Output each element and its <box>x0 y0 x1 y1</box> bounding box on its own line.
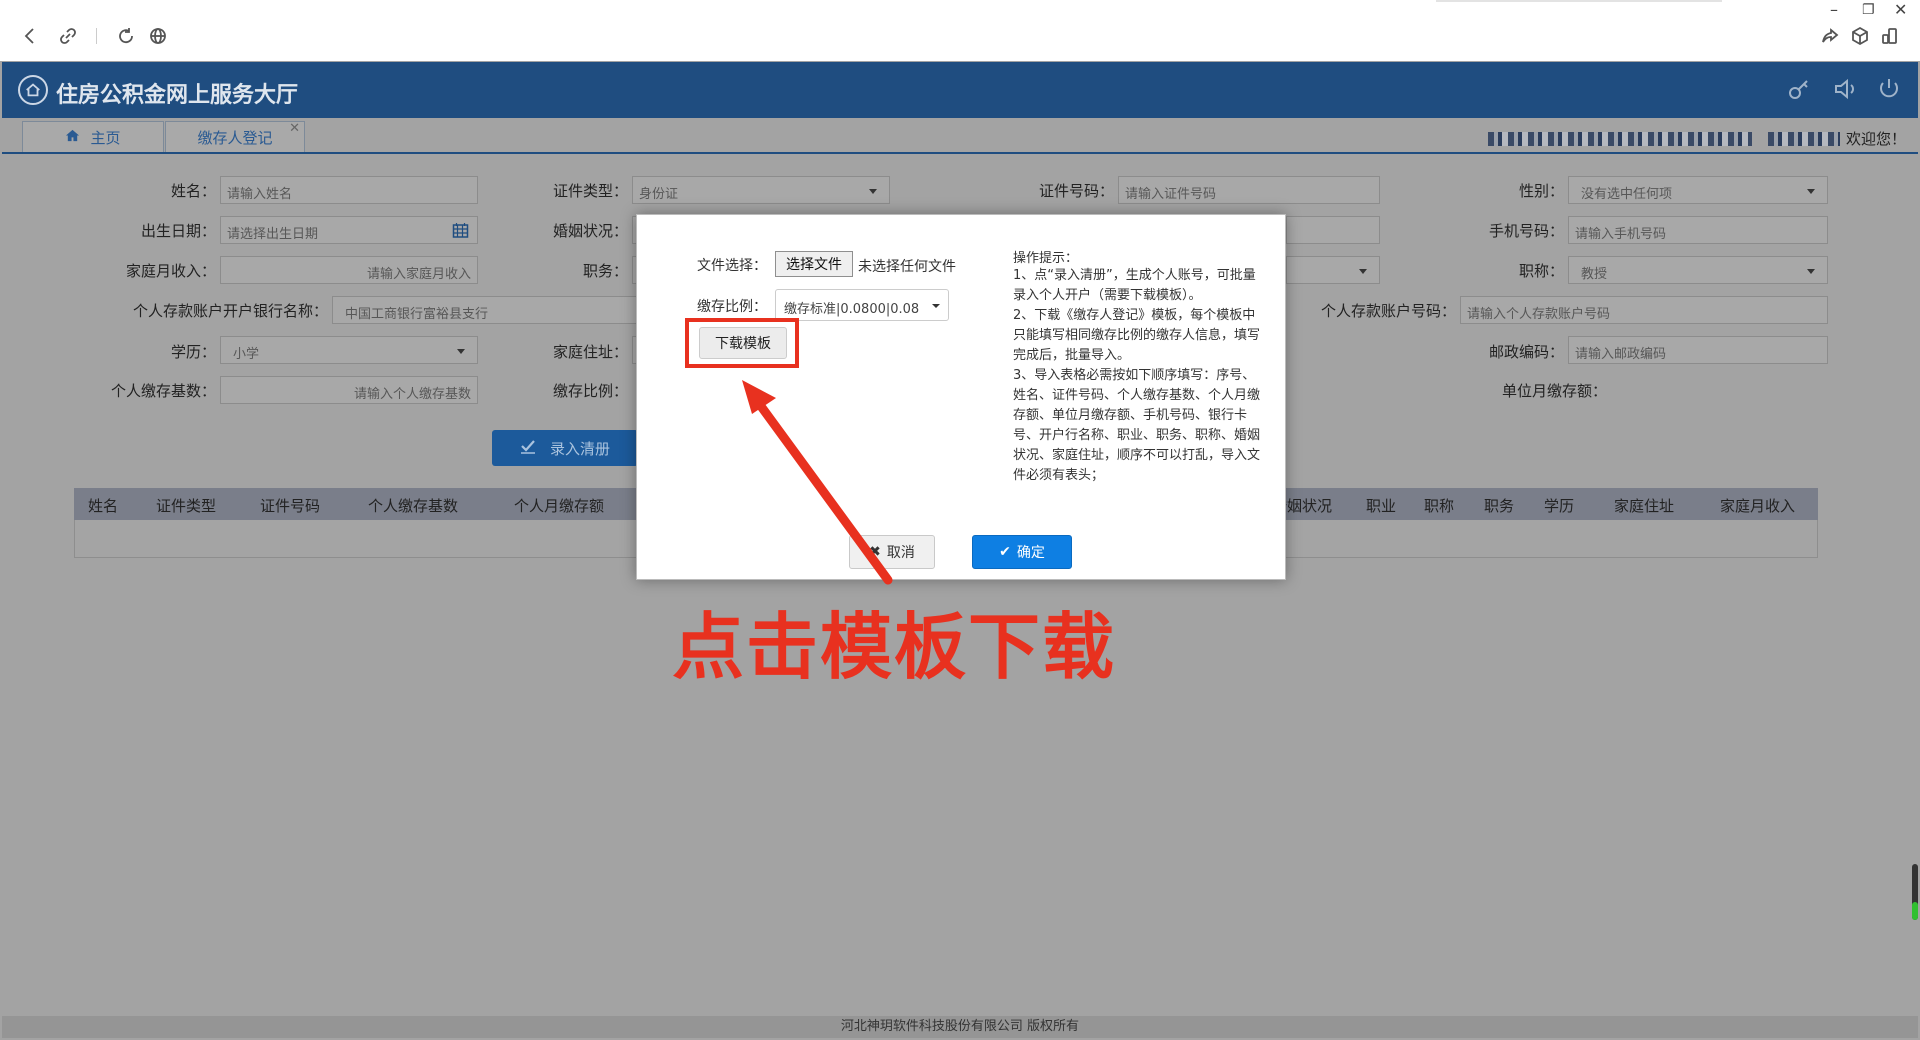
app-header: 住房公积金网上服务大厅 <box>2 62 1918 118</box>
bank-account-input[interactable]: 请输入个人存款账户号码 <box>1460 296 1828 324</box>
id-number-label: 证件号码： <box>1038 182 1114 200</box>
link-icon[interactable] <box>56 24 80 48</box>
address-bar-shadow <box>1436 0 1722 2</box>
birth-date-input[interactable]: 请选择出生日期 <box>220 216 478 244</box>
minimize-icon[interactable]: – <box>1830 0 1838 19</box>
grid-col-personal-amount: 个人月缴存额 <box>514 497 605 515</box>
power-icon[interactable] <box>1876 76 1902 102</box>
welcome-text: 欢迎您！ <box>1845 130 1906 148</box>
grid-col-name: 姓名 <box>88 497 119 515</box>
title-select[interactable]: 教授 <box>1568 256 1828 284</box>
mobile-input[interactable]: 请输入手机号码 <box>1568 216 1828 244</box>
grid-col-education: 学历 <box>1544 497 1575 515</box>
postcode-label: 邮政编码： <box>1488 343 1564 361</box>
address-label: 家庭住址： <box>552 343 628 361</box>
bank-name-label: 个人存款账户开户银行名称： <box>132 302 328 320</box>
ratio-select-label: 缴存比例： <box>697 299 767 315</box>
app-title: 住房公积金网上服务大厅 <box>56 83 299 108</box>
bank-account-label: 个人存款账户号码： <box>1320 302 1456 320</box>
tab-registration[interactable]: 缴存人登记 ✕ <box>165 121 305 152</box>
browser-toolbar: – ❐ ✕ <box>0 0 1920 61</box>
checkmark-icon: ✔ <box>999 544 1011 560</box>
tab-registration-label: 缴存人登记 <box>197 128 273 147</box>
family-income-input[interactable]: 请输入家庭月收入 <box>220 256 478 284</box>
birth-date-placeholder: 请选择出生日期 <box>227 227 319 242</box>
grid-col-base: 个人缴存基数 <box>368 497 459 515</box>
device-icon[interactable] <box>1878 24 1902 48</box>
base-input[interactable]: 请输入个人缴存基数 <box>220 376 478 404</box>
postcode-input[interactable]: 请输入邮政编码 <box>1568 336 1828 364</box>
position-select[interactable] <box>1286 256 1380 284</box>
user-info-redacted <box>1488 132 1752 146</box>
check-edit-icon <box>520 438 536 458</box>
education-select[interactable]: 小学 <box>220 336 478 364</box>
gender-select[interactable]: 没有选中任何项 <box>1568 176 1828 204</box>
restore-icon[interactable]: ❐ <box>1862 2 1875 18</box>
close-window-icon[interactable]: ✕ <box>1894 0 1907 19</box>
enter-roster-button[interactable]: 录入清册 <box>492 430 638 466</box>
grid-col-id-type: 证件类型 <box>156 497 217 515</box>
ratio-select[interactable]: 缴存标准|0.0800|0.08 <box>775 289 949 321</box>
refresh-icon[interactable] <box>114 24 138 48</box>
grid-col-title: 职称 <box>1424 497 1455 515</box>
grid-col-id-number: 证件号码 <box>260 497 321 515</box>
grid-col-address: 家庭住址 <box>1614 497 1675 515</box>
grid-col-occupation: 职业 <box>1366 497 1397 515</box>
confirm-label: 确定 <box>1016 545 1045 561</box>
education-label: 学历： <box>170 343 216 361</box>
base-label: 个人缴存基数： <box>110 382 216 400</box>
id-type-select[interactable]: 身份证 <box>632 176 890 204</box>
tab-home[interactable]: 主页 <box>22 121 164 152</box>
tips-title: 操作提示： <box>1013 251 1079 266</box>
bank-name-input[interactable]: 中国工商银行富裕县支行 <box>332 296 638 324</box>
share-icon[interactable] <box>1818 24 1842 48</box>
box-icon[interactable] <box>1848 24 1872 48</box>
grid-col-family-income: 家庭月收入 <box>1720 497 1796 515</box>
enter-roster-label: 录入清册 <box>549 439 610 458</box>
duty-label: 职务： <box>582 262 628 280</box>
tab-close-icon[interactable]: ✕ <box>289 121 300 136</box>
name-label: 姓名： <box>170 182 216 200</box>
cancel-button[interactable]: ✖ 取消 <box>849 535 935 569</box>
tips-body: 1、点“录入清册”，生成个人账号，可批量录入个人开户（需要下载模板）。 2、下载… <box>1013 268 1261 483</box>
calendar-icon[interactable] <box>452 222 469 242</box>
ratio-label: 缴存比例： <box>552 382 628 400</box>
close-x-icon: ✖ <box>869 544 881 560</box>
title-label: 职称： <box>1518 262 1564 280</box>
id-number-input[interactable]: 请输入证件号码 <box>1118 176 1380 204</box>
birth-date-label: 出生日期： <box>140 222 216 240</box>
no-file-text: 未选择任何文件 <box>858 259 956 275</box>
occupation-input[interactable] <box>1286 216 1380 244</box>
toolbar-divider <box>96 28 97 44</box>
grid-col-duty: 职务 <box>1484 497 1515 515</box>
globe-icon[interactable] <box>146 24 170 48</box>
home-icon <box>65 128 80 147</box>
file-select-label: 文件选择： <box>697 258 767 274</box>
confirm-button[interactable]: ✔ 确定 <box>972 535 1072 569</box>
cancel-label: 取消 <box>886 545 915 561</box>
unit-amount-label: 单位月缴存额： <box>1502 382 1608 400</box>
marital-label: 婚姻状况： <box>552 222 628 240</box>
back-icon[interactable] <box>18 24 42 48</box>
footer-copyright: 河北神玥软件科技股份有限公司 版权所有 <box>2 1016 1918 1038</box>
import-dialog: 文件选择： 选择文件 未选择任何文件 缴存比例： 缴存标准|0.0800|0.0… <box>636 214 1286 580</box>
user-name-redacted <box>1768 132 1840 146</box>
name-input[interactable]: 请输入姓名 <box>220 176 478 204</box>
scroll-indicator[interactable] <box>1912 864 1918 920</box>
family-income-label: 家庭月收入： <box>125 262 216 280</box>
choose-file-button[interactable]: 选择文件 <box>775 251 853 277</box>
key-icon[interactable] <box>1786 76 1812 102</box>
tab-home-label: 主页 <box>90 128 121 147</box>
download-template-button[interactable]: 下载模板 <box>699 327 787 359</box>
id-type-label: 证件类型： <box>552 182 628 200</box>
mobile-label: 手机号码： <box>1488 222 1564 240</box>
annotation-text: 点击模板下载 <box>672 605 1117 689</box>
speaker-icon[interactable] <box>1832 76 1858 102</box>
gender-label: 性别： <box>1518 182 1564 200</box>
home-logo-icon <box>18 75 48 105</box>
